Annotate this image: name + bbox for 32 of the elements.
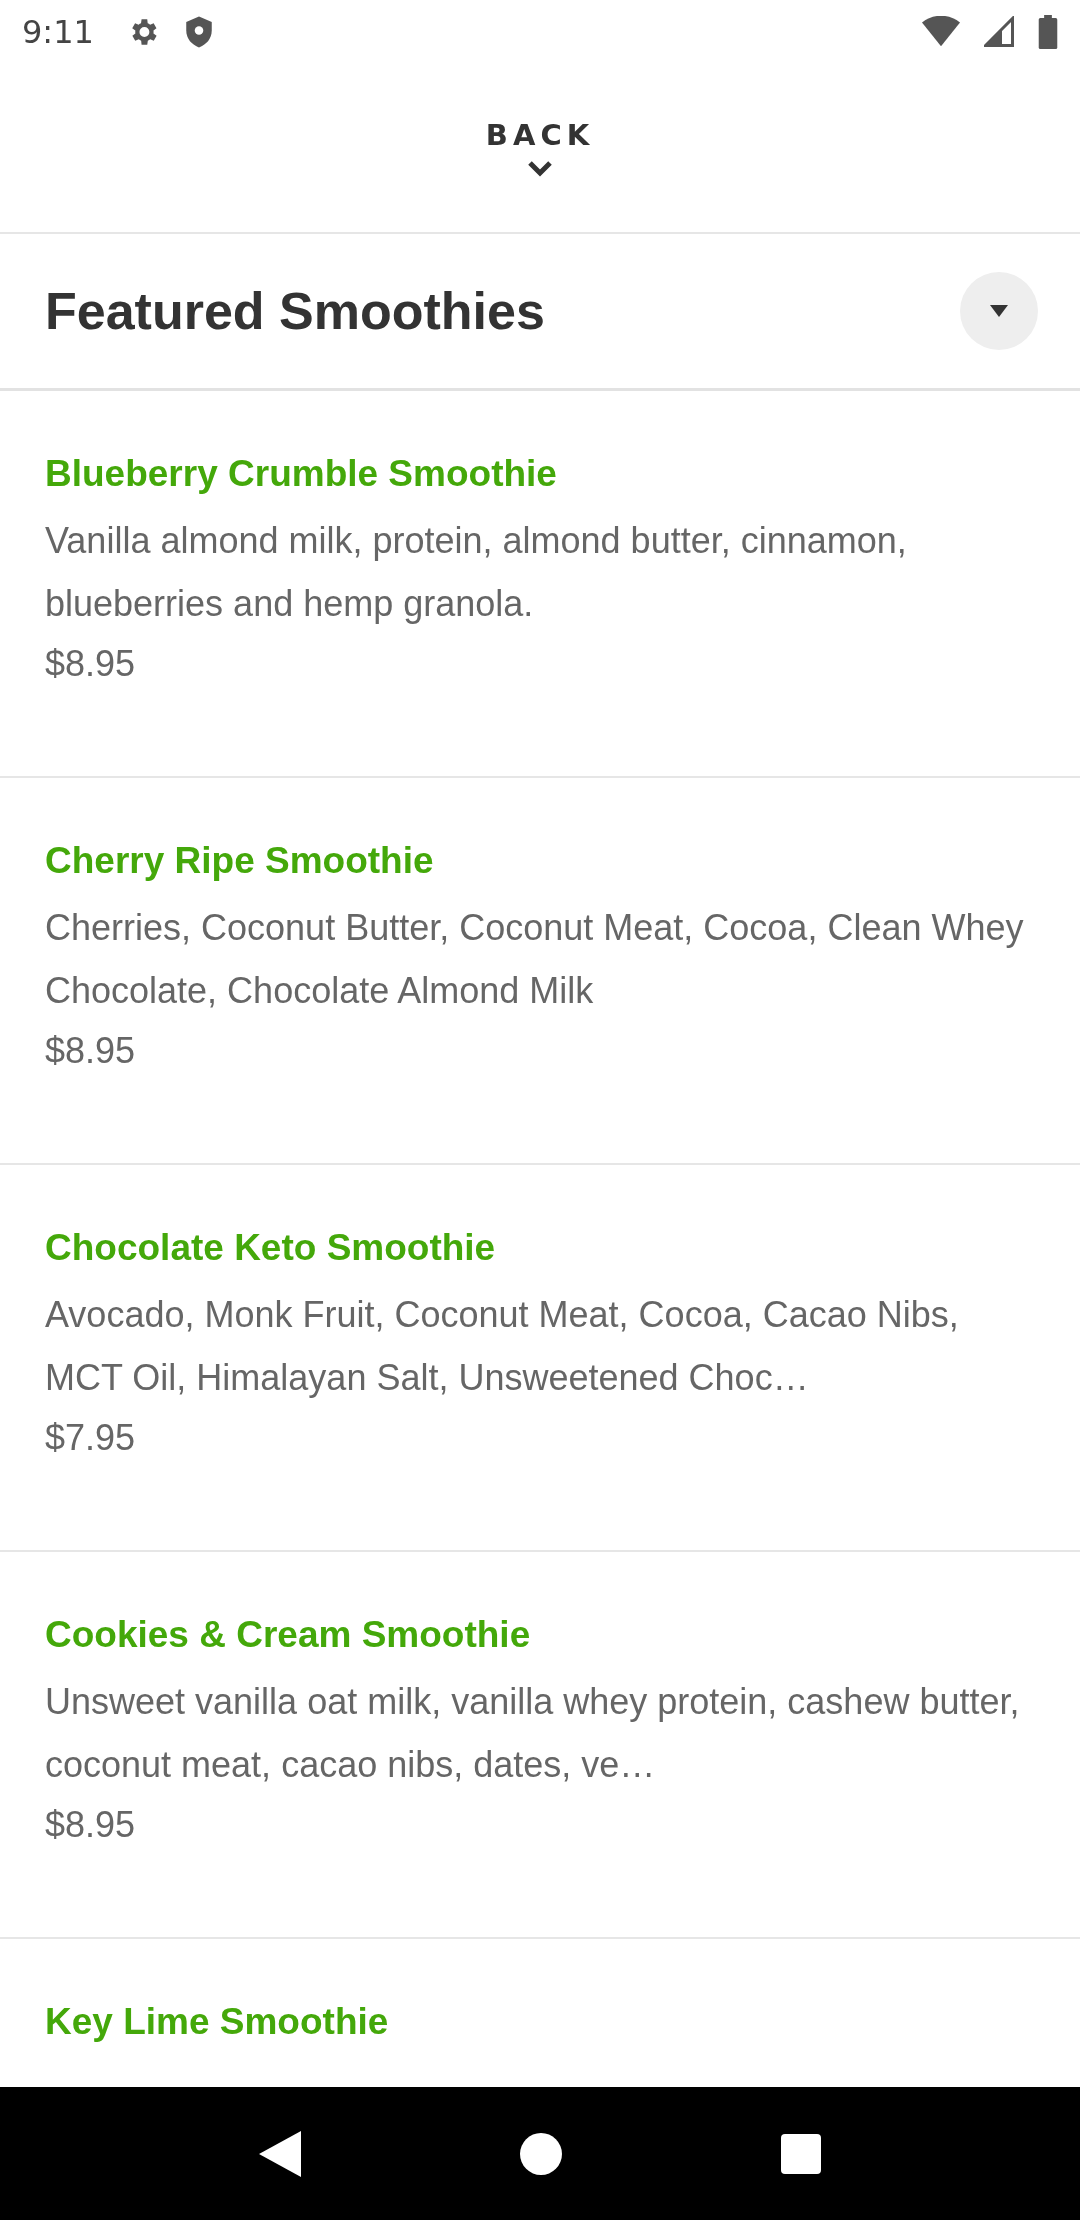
battery-icon: [1038, 15, 1058, 49]
item-name: Cookies & Cream Smoothie: [45, 1614, 531, 1656]
menu-item[interactable]: Cherry Ripe Smoothie Cherries, Coconut Butter, Coconut Meat, Cocoa, Clean Whey Chocolate, Chocolate Almond Milk $8.95: [0, 778, 1080, 1165]
shield-icon: [183, 15, 214, 49]
section-title: Featured Smoothies: [45, 281, 545, 341]
home-nav-button[interactable]: [520, 2132, 562, 2175]
back-button[interactable]: BACK: [485, 118, 595, 152]
back-triangle-icon: [259, 2130, 302, 2177]
item-name: Key Lime Smoothie: [45, 2001, 389, 2043]
item-description: Vanilla almond milk, protein, almond butter, cinnamon, blueberries and hemp granola.: [45, 519, 908, 626]
recents-nav-button[interactable]: [780, 2133, 821, 2174]
menu-item[interactable]: Chocolate Keto Smoothie Avocado, Monk Fruit, Coconut Meat, Cocoa, Cacao Nibs, MCT Oil, Himalayan Salt, Unsweetened Choc… $7.95: [0, 1165, 1080, 1552]
menu-item[interactable]: Cookies & Cream Smoothie Unsweet vanilla oat milk, vanilla whey protein, cashew butter, coconut meat, cacao nibs, dates, ve… $8.95: [0, 1552, 1080, 1939]
item-price: $8.95: [45, 1030, 136, 1072]
caret-icon: [990, 305, 1008, 317]
item-description: Cherries, Coconut Butter, Coconut Meat, Cocoa, Clean Whey Chocolate, Chocolate Almond Milk: [45, 906, 1025, 1013]
item-price: $7.95: [45, 1417, 136, 1459]
home-circle-icon: [520, 2132, 562, 2175]
item-name: Chocolate Keto Smoothie: [45, 1227, 496, 1269]
item-price: $8.95: [45, 643, 136, 685]
wifi-icon: [922, 16, 960, 48]
square-icon: [780, 2133, 821, 2174]
item-name: Cherry Ripe Smoothie: [45, 840, 434, 882]
item-price: $8.95: [45, 1804, 136, 1846]
back-nav-button[interactable]: [259, 2130, 302, 2177]
item-description: Unsweet vanilla oat milk, vanilla whey protein, cashew butter, coconut meat, cacao nibs, dates, ve…: [45, 1680, 1021, 1787]
menu-item[interactable]: Blueberry Crumble Smoothie Vanilla almond milk, protein, almond butter, cinnamon, blueberries and hemp granola. $8.95: [0, 391, 1080, 778]
chevron-down-icon: [527, 160, 553, 178]
status-time: 9:11: [22, 13, 94, 51]
item-description: Avocado, Monk Fruit, Coconut Meat, Cocoa, Cacao Nibs, MCT Oil, Himalayan Salt, Unsweetened Choc…: [45, 1293, 960, 1400]
item-name: Blueberry Crumble Smoothie: [45, 453, 557, 495]
signal-icon: [984, 16, 1014, 48]
